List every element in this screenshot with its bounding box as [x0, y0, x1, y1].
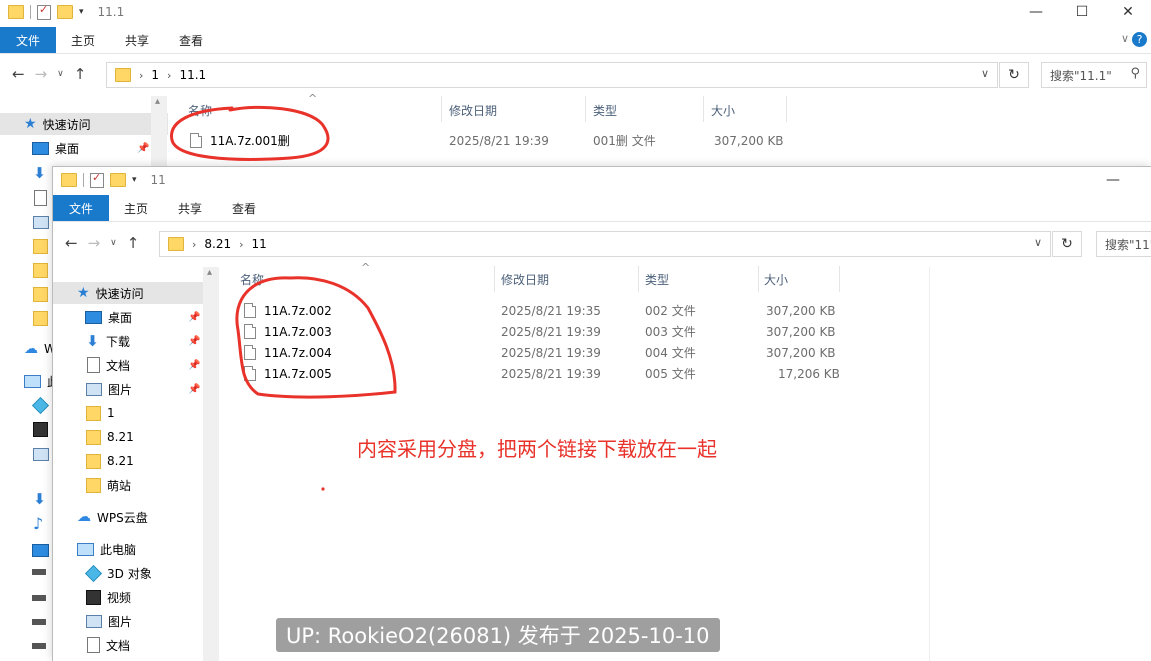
annotation-dot — [321, 487, 325, 491]
watermark: UP: RookieO2(26081) 发布于 2025-10-10 — [276, 618, 720, 652]
annotation-circle — [235, 276, 397, 399]
annotation-text: 内容采用分盘，把两个链接下载放在一起 — [357, 437, 717, 461]
annotation-circle — [170, 105, 330, 161]
annotation-overlay — [170, 105, 397, 491]
